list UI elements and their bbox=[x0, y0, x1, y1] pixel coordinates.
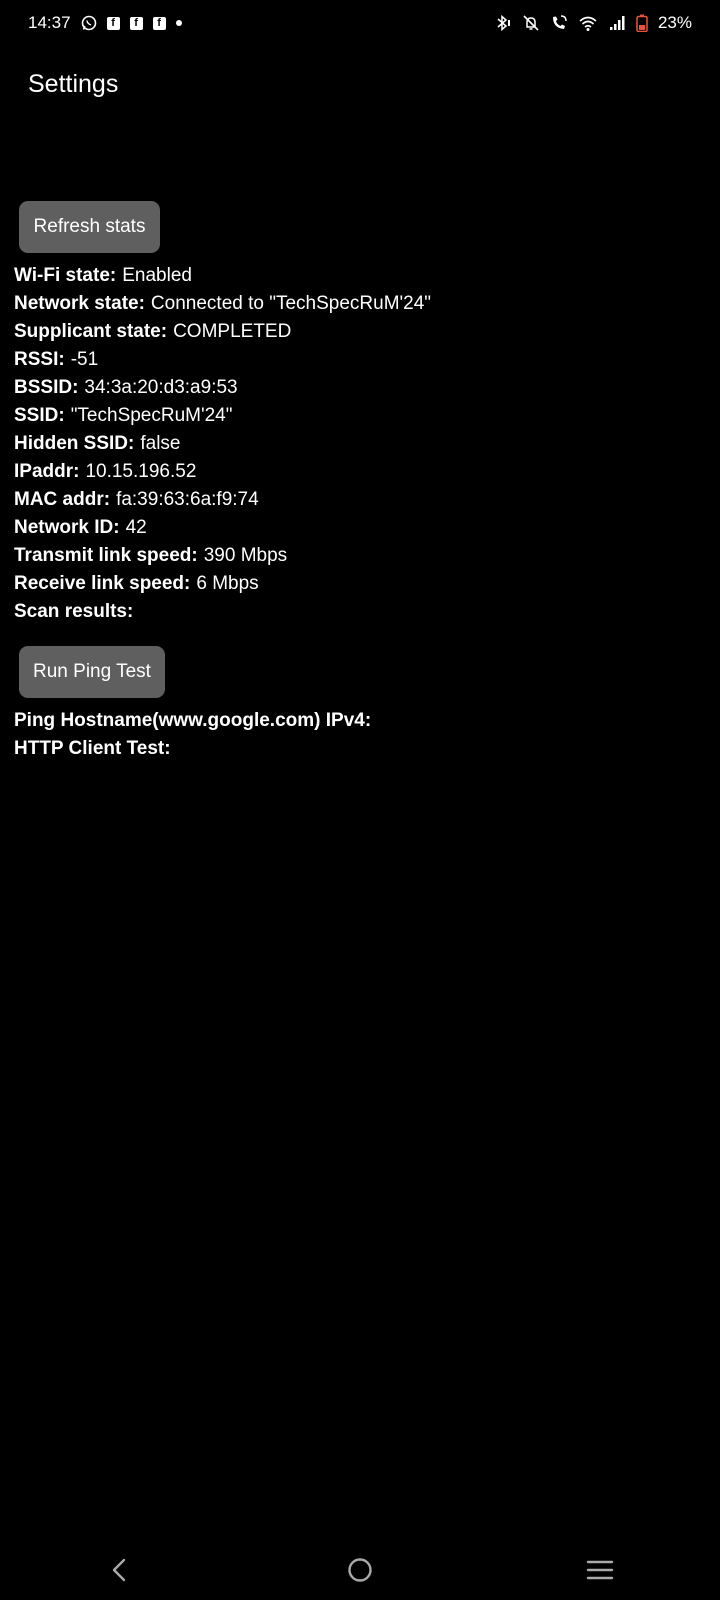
stat-label: RSSI: bbox=[14, 349, 65, 370]
stat-value: 42 bbox=[125, 517, 147, 538]
status-bar: 14:37 f f f 23% bbox=[0, 0, 720, 46]
stat-label: SSID: bbox=[14, 405, 65, 426]
wifi-calling-icon bbox=[550, 14, 568, 32]
battery-icon bbox=[636, 14, 648, 32]
stat-label: Network ID: bbox=[14, 517, 120, 538]
stat-scan-results: Scan results: bbox=[14, 598, 431, 626]
stat-label: Receive link speed: bbox=[14, 573, 191, 594]
refresh-stats-button[interactable]: Refresh stats bbox=[19, 201, 160, 253]
run-ping-test-button[interactable]: Run Ping Test bbox=[19, 646, 165, 698]
stat-label: Supplicant state: bbox=[14, 321, 168, 342]
navigation-bar bbox=[0, 1540, 720, 1600]
test-label: HTTP Client Test: bbox=[14, 738, 171, 759]
stat-label: BSSID: bbox=[14, 377, 79, 398]
stat-value: false bbox=[140, 433, 181, 454]
stat-rssi: RSSI: -51 bbox=[14, 346, 431, 374]
stat-mac-addr: MAC addr: fa:39:63:6a:f9:74 bbox=[14, 486, 431, 514]
home-icon bbox=[348, 1558, 372, 1582]
stat-ssid: SSID: "TechSpecRuM'24" bbox=[14, 402, 431, 430]
stat-value: COMPLETED bbox=[173, 321, 292, 342]
tests-list: Ping Hostname(www.google.com) IPv4: HTTP… bbox=[14, 707, 377, 763]
stat-value: 10.15.196.52 bbox=[85, 461, 197, 482]
stat-value: 34:3a:20:d3:a9:53 bbox=[84, 377, 238, 398]
recents-button[interactable] bbox=[570, 1548, 630, 1592]
stat-wifi-state: Wi-Fi state: Enabled bbox=[14, 262, 431, 290]
stat-network-id: Network ID: 42 bbox=[14, 514, 431, 542]
stat-bssid: BSSID: 34:3a:20:d3:a9:53 bbox=[14, 374, 431, 402]
stat-transmit-link-speed: Transmit link speed: 390 Mbps bbox=[14, 542, 431, 570]
status-right: 23% bbox=[494, 13, 692, 33]
recents-icon bbox=[586, 1560, 614, 1580]
stat-value: 390 Mbps bbox=[203, 545, 288, 566]
stat-network-state: Network state: Connected to "TechSpecRuM'… bbox=[14, 290, 431, 318]
wifi-stats-list: Wi-Fi state: Enabled Network state: Connec… bbox=[14, 262, 431, 626]
stat-value: Enabled bbox=[122, 265, 192, 286]
bluetooth-icon bbox=[494, 14, 512, 32]
mute-icon bbox=[522, 14, 540, 32]
home-button[interactable] bbox=[330, 1548, 390, 1592]
facebook-icon: f bbox=[129, 16, 143, 30]
stat-value: fa:39:63:6a:f9:74 bbox=[116, 489, 259, 510]
stat-hidden-ssid: Hidden SSID: false bbox=[14, 430, 431, 458]
stat-receive-link-speed: Receive link speed: 6 Mbps bbox=[14, 570, 431, 598]
stat-label: Wi-Fi state: bbox=[14, 265, 117, 286]
back-button[interactable] bbox=[90, 1548, 150, 1592]
stat-label: Scan results: bbox=[14, 601, 134, 622]
battery-percent: 23% bbox=[657, 13, 692, 32]
stat-supplicant-state: Supplicant state: COMPLETED bbox=[14, 318, 431, 346]
clock: 14:37 bbox=[28, 13, 71, 32]
status-left: 14:37 f f f bbox=[28, 13, 182, 33]
wifi-icon bbox=[578, 14, 598, 32]
signal-icon bbox=[608, 14, 626, 32]
stat-label: Transmit link speed: bbox=[14, 545, 198, 566]
stat-value: "TechSpecRuM'24" bbox=[70, 405, 233, 426]
stat-label: MAC addr: bbox=[14, 489, 111, 510]
stat-value: Connected to "TechSpecRuM'24" bbox=[150, 293, 432, 314]
stat-value: 6 Mbps bbox=[196, 573, 259, 594]
test-ping-hostname: Ping Hostname(www.google.com) IPv4: bbox=[14, 707, 377, 735]
facebook-icon: f bbox=[106, 16, 120, 30]
stat-label: Network state: bbox=[14, 293, 145, 314]
back-icon bbox=[112, 1558, 126, 1582]
test-label: Ping Hostname(www.google.com) IPv4: bbox=[14, 710, 372, 731]
stat-ipaddr: IPaddr: 10.15.196.52 bbox=[14, 458, 431, 486]
stat-value: -51 bbox=[70, 349, 99, 370]
whatsapp-icon bbox=[81, 15, 97, 31]
stat-label: IPaddr: bbox=[14, 461, 80, 482]
stat-label: Hidden SSID: bbox=[14, 433, 135, 454]
page-title: Settings bbox=[28, 70, 119, 98]
test-http-client: HTTP Client Test: bbox=[14, 735, 377, 763]
facebook-icon: f bbox=[152, 16, 166, 30]
dot-icon bbox=[175, 20, 182, 26]
